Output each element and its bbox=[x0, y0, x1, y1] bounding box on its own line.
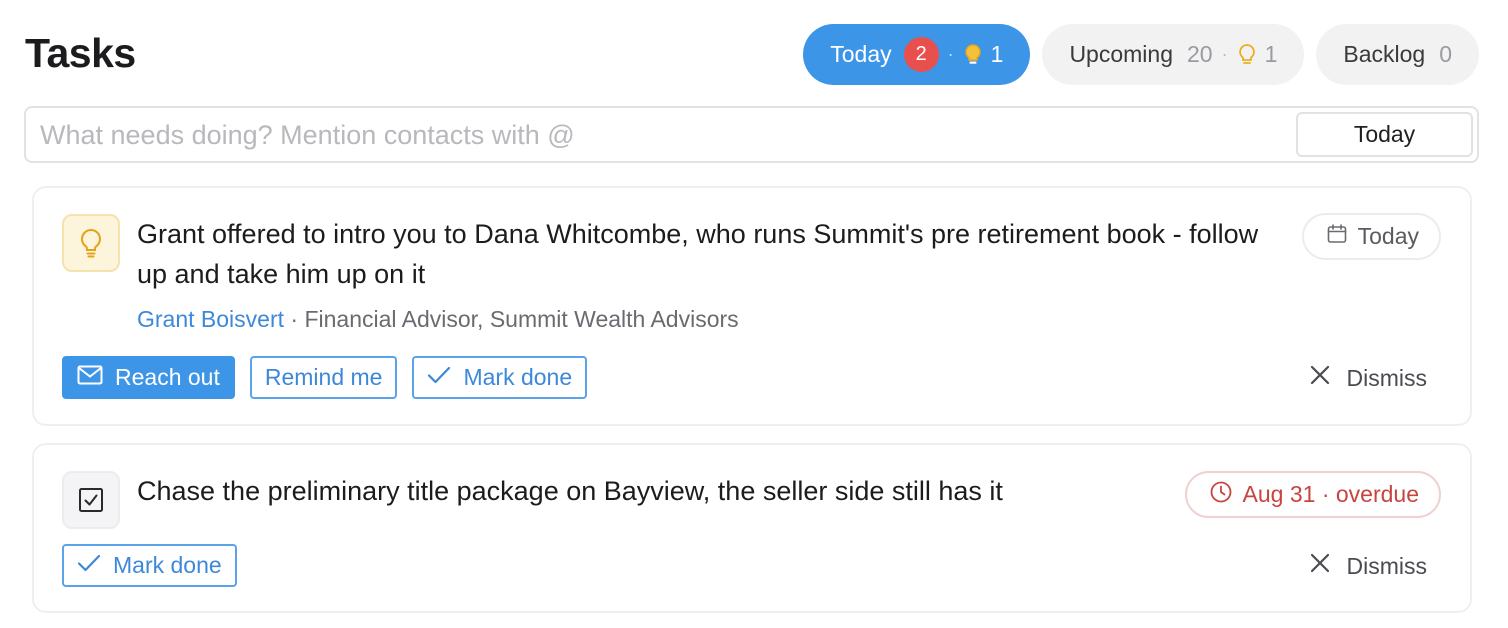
mail-icon bbox=[77, 364, 103, 391]
tab-today-count-badge: 2 bbox=[903, 37, 939, 72]
tab-backlog-label: Backlog bbox=[1343, 41, 1426, 67]
new-task-input[interactable] bbox=[40, 116, 1280, 154]
dismiss-button[interactable]: Dismiss bbox=[1309, 364, 1428, 392]
dismiss-label: Dismiss bbox=[1346, 552, 1428, 579]
remind-me-button[interactable]: Remind me bbox=[249, 356, 398, 399]
close-icon bbox=[1309, 552, 1331, 580]
reach-out-button[interactable]: Reach out bbox=[62, 356, 235, 399]
due-date-pill[interactable]: Aug 31 · overdue bbox=[1184, 471, 1441, 518]
tab-backlog[interactable]: Backlog 0 bbox=[1316, 24, 1479, 85]
tab-today-label: Today bbox=[830, 41, 892, 67]
contact-link[interactable]: Grant Boisvert bbox=[137, 306, 284, 332]
task-card: Chase the preliminary title package on B… bbox=[32, 443, 1472, 613]
tab-backlog-count: 0 bbox=[1439, 41, 1452, 67]
tab-today-suggestions-count: 1 bbox=[990, 41, 1004, 67]
task-contact: Grant Boisvert · Financial Advisor, Summ… bbox=[137, 306, 739, 333]
reach-out-label: Reach out bbox=[115, 364, 220, 390]
due-date-button[interactable]: Today bbox=[1296, 112, 1473, 157]
task-actions: Mark done bbox=[62, 544, 237, 587]
clock-icon bbox=[1209, 480, 1233, 510]
lightbulb-icon bbox=[1237, 43, 1257, 67]
checkmark-icon bbox=[77, 552, 101, 579]
tab-upcoming-count: 20 bbox=[1186, 41, 1213, 67]
tab-today[interactable]: Today 2 · 1 bbox=[803, 24, 1031, 85]
dismiss-label: Dismiss bbox=[1346, 364, 1428, 391]
task-tabs: Today 2 · 1 Upcoming 20 · 1 Backlog 0 bbox=[803, 24, 1479, 85]
separator-dot: · bbox=[290, 306, 305, 332]
tab-upcoming-label: Upcoming bbox=[1069, 41, 1173, 67]
due-date-pill[interactable]: Today bbox=[1301, 213, 1441, 260]
remind-me-label: Remind me bbox=[264, 364, 383, 390]
new-task-composer: Today bbox=[24, 106, 1479, 163]
checkmark-icon bbox=[427, 364, 451, 391]
contact-meta: Financial Advisor, Summit Wealth Advisor… bbox=[304, 306, 739, 332]
mark-done-label: Mark done bbox=[463, 364, 573, 390]
task-actions: Reach out Remind me Mark done bbox=[62, 356, 588, 399]
checkbox-icon bbox=[62, 471, 120, 529]
page-title: Tasks bbox=[25, 30, 136, 76]
task-card: Grant offered to intro you to Dana Whitc… bbox=[32, 186, 1472, 426]
mark-done-button[interactable]: Mark done bbox=[412, 356, 588, 399]
task-title: Chase the preliminary title package on B… bbox=[137, 476, 1003, 506]
due-date-label: Today bbox=[1357, 223, 1419, 249]
separator-dot: · bbox=[947, 44, 954, 64]
lightbulb-icon bbox=[62, 214, 120, 272]
tab-upcoming-suggestions-count: 1 bbox=[1264, 41, 1278, 67]
separator-dot: · bbox=[1221, 44, 1228, 64]
close-icon bbox=[1309, 364, 1331, 392]
calendar-icon bbox=[1326, 223, 1348, 251]
due-date-label: Aug 31 · overdue bbox=[1242, 481, 1419, 507]
dismiss-button[interactable]: Dismiss bbox=[1309, 552, 1428, 580]
mark-done-label: Mark done bbox=[113, 552, 222, 578]
tab-upcoming[interactable]: Upcoming 20 · 1 bbox=[1042, 24, 1305, 85]
lightbulb-icon bbox=[963, 43, 983, 67]
task-title: Grant offered to intro you to Dana Whitc… bbox=[137, 219, 1259, 289]
mark-done-button[interactable]: Mark done bbox=[62, 544, 237, 587]
